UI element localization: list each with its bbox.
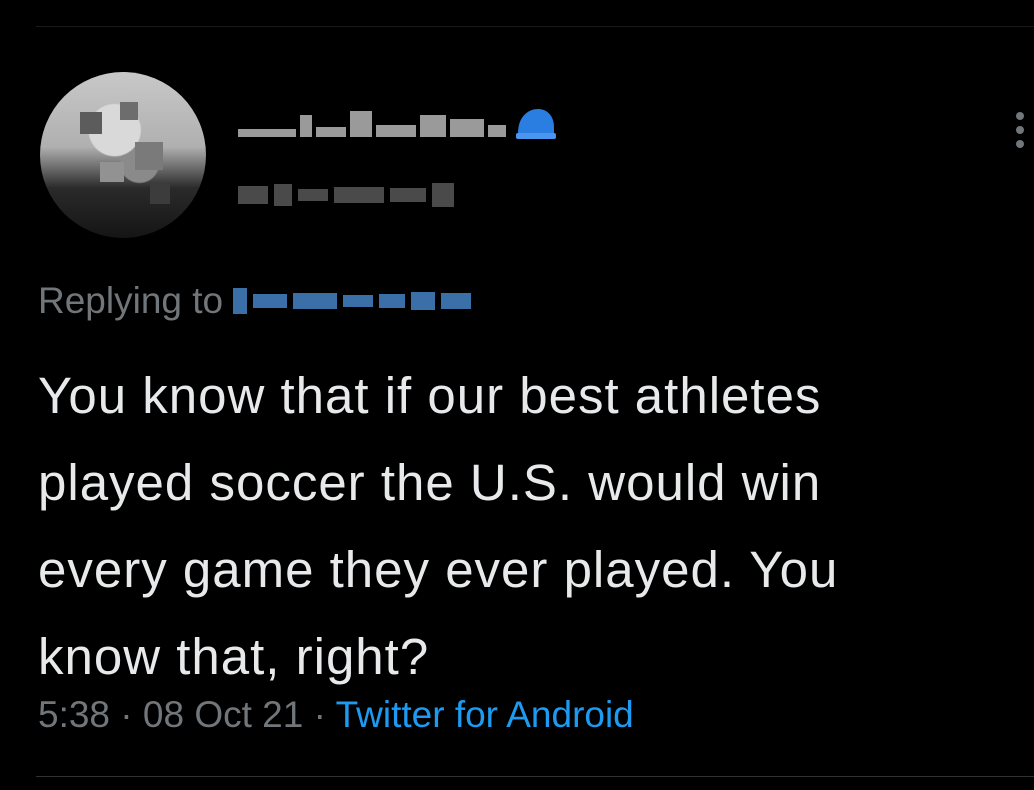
verified-badge-icon bbox=[516, 109, 556, 139]
separator: · bbox=[313, 694, 326, 735]
bottom-divider bbox=[36, 776, 1034, 777]
tweet-text: You know that if our best athletes playe… bbox=[38, 367, 839, 685]
tweet-time[interactable]: 5:38 bbox=[38, 694, 110, 735]
tweet-date[interactable]: 08 Oct 21 bbox=[143, 694, 303, 735]
tweet-source-link[interactable]: Twitter for Android bbox=[336, 694, 634, 735]
mention-link-obscured[interactable] bbox=[233, 288, 472, 314]
username-handle-obscured bbox=[238, 178, 454, 212]
avatar[interactable] bbox=[40, 72, 206, 238]
separator: · bbox=[120, 694, 133, 735]
display-name-row[interactable] bbox=[238, 100, 556, 144]
top-divider bbox=[36, 26, 1034, 27]
replying-to-line: Replying to bbox=[38, 280, 472, 322]
tweet-metadata: 5:38 · 08 Oct 21 · Twitter for Android bbox=[38, 694, 634, 736]
replying-to-label: Replying to bbox=[38, 280, 224, 321]
display-name-obscured bbox=[238, 107, 506, 137]
more-options-icon[interactable] bbox=[1006, 108, 1034, 152]
